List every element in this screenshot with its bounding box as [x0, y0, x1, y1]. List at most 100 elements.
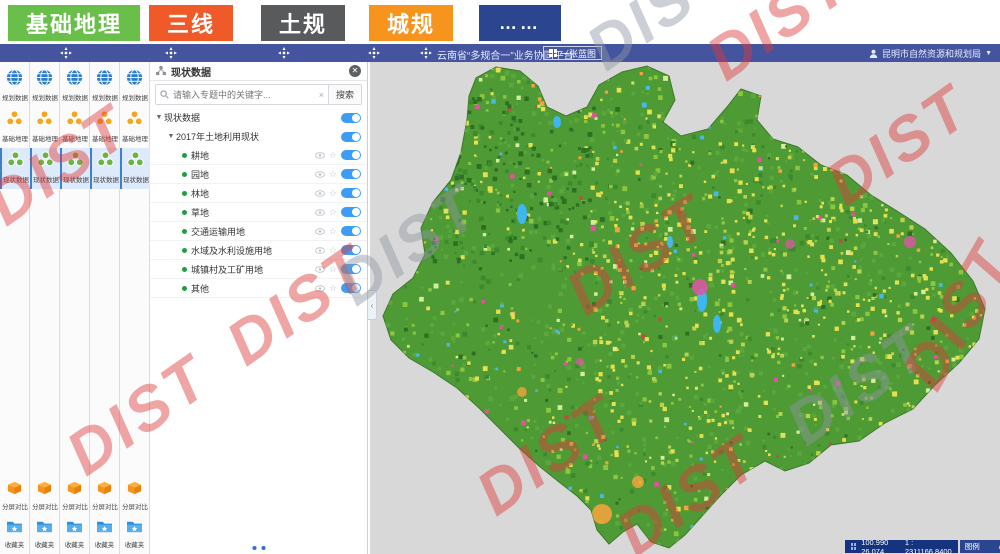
- layer-visibility-toggle[interactable]: [341, 150, 361, 160]
- sidebar-item-split-compare[interactable]: 分屏对比: [60, 477, 90, 516]
- sidebar-item-split-compare[interactable]: 分屏对比: [120, 477, 150, 516]
- tree-group-row[interactable]: ▼2017年土地利用现状: [150, 127, 367, 146]
- eye-icon[interactable]: [315, 190, 325, 197]
- one-blueprint-label: 一张蓝图: [560, 47, 596, 60]
- sidebar-item-globe[interactable]: 规划数据: [0, 66, 30, 107]
- compass-icon[interactable]: [60, 47, 72, 59]
- sidebar-column-4: 规划数据基础地理现状数据分屏对比收藏夹: [90, 62, 120, 554]
- one-blueprint-button[interactable]: 一张蓝图: [543, 46, 602, 60]
- caret-down-icon[interactable]: ▼: [166, 133, 176, 140]
- tree-group-row[interactable]: ▼现状数据: [150, 108, 367, 127]
- layer-row[interactable]: 交通运输用地☆: [150, 222, 367, 241]
- star-icon[interactable]: ☆: [329, 226, 337, 237]
- sidebar-item-green-cluster[interactable]: 现状数据: [120, 148, 150, 189]
- layer-visibility-toggle[interactable]: [341, 226, 361, 236]
- globe-icon: [66, 69, 83, 91]
- layer-visibility-toggle[interactable]: [341, 188, 361, 198]
- compass-icon[interactable]: [420, 47, 432, 59]
- tab-urban-planning[interactable]: 城规: [369, 5, 453, 41]
- star-icon[interactable]: ☆: [329, 150, 337, 161]
- layer-visibility-toggle[interactable]: [341, 169, 361, 179]
- legend-toggle[interactable]: 图例 ∧: [960, 540, 1000, 553]
- sidebar-item-favorites-folder[interactable]: 收藏夹: [0, 516, 30, 554]
- tab-basic-geography[interactable]: 基础地理: [8, 5, 140, 41]
- sidebar-item-split-compare[interactable]: 分屏对比: [0, 477, 30, 516]
- star-icon[interactable]: ☆: [329, 264, 337, 275]
- layer-row[interactable]: 水域及水利设施用地☆: [150, 241, 367, 260]
- layer-row[interactable]: 城镇村及工矿用地☆: [150, 260, 367, 279]
- sidebar-item-green-cluster[interactable]: 现状数据: [90, 148, 120, 189]
- sidebar-item-favorites-folder[interactable]: 收藏夹: [120, 516, 150, 554]
- sidebar-item-label: 现状数据: [93, 175, 119, 184]
- sidebar-item-favorites-folder[interactable]: 收藏夹: [90, 516, 120, 554]
- favorites-folder-icon: [126, 519, 143, 538]
- layer-row[interactable]: 耕地☆: [150, 146, 367, 165]
- eye-icon[interactable]: [315, 247, 325, 254]
- sidebar-item-label: 收藏夹: [5, 540, 24, 549]
- layer-label: 园地: [191, 168, 315, 181]
- search-button[interactable]: 搜索: [328, 85, 361, 104]
- layer-bullet-icon: [182, 248, 187, 253]
- sidebar-item-orange-cluster[interactable]: 基础地理: [60, 107, 90, 148]
- caret-down-icon[interactable]: ▼: [154, 114, 164, 121]
- clear-search-icon[interactable]: ×: [315, 90, 328, 100]
- star-icon[interactable]: ☆: [329, 188, 337, 199]
- sidebar-item-split-compare[interactable]: 分屏对比: [90, 477, 120, 516]
- star-icon[interactable]: ☆: [329, 207, 337, 218]
- layer-row[interactable]: 园地 ☆: [150, 165, 367, 184]
- layer-bullet-icon: [182, 210, 187, 215]
- map-canvas[interactable]: 昆明市 ▼ 底: [370, 62, 1000, 554]
- eye-icon[interactable]: [315, 285, 325, 292]
- tab-three-lines[interactable]: 三线: [149, 5, 233, 41]
- panel-collapse-handle[interactable]: ‹: [368, 290, 377, 320]
- sidebar-item-green-cluster[interactable]: 现状数据: [0, 148, 30, 189]
- layer-visibility-toggle[interactable]: [341, 283, 361, 293]
- eye-icon[interactable]: [315, 171, 325, 178]
- sidebar-item-favorites-folder[interactable]: 收藏夹: [60, 516, 90, 554]
- tab-more[interactable]: ……: [479, 5, 561, 41]
- compass-icon[interactable]: [165, 47, 177, 59]
- search-input[interactable]: [169, 90, 315, 100]
- green-cluster-icon: [67, 151, 84, 173]
- star-icon[interactable]: ☆: [329, 245, 337, 256]
- layer-visibility-toggle[interactable]: [341, 207, 361, 217]
- star-icon[interactable]: ☆: [329, 169, 337, 180]
- compass-icon[interactable]: [278, 47, 290, 59]
- sidebar-item-globe[interactable]: 规划数据: [120, 66, 150, 107]
- tab-land-planning[interactable]: 土规: [261, 5, 345, 41]
- sidebar-item-globe[interactable]: 规划数据: [30, 66, 60, 107]
- sidebar-item-orange-cluster[interactable]: 基础地理: [30, 107, 60, 148]
- sidebar-item-label: 基础地理: [122, 134, 148, 143]
- group-visibility-toggle[interactable]: [341, 113, 361, 123]
- user-menu[interactable]: 昆明市自然资源和规划局 ▼: [869, 46, 992, 60]
- sidebar-item-orange-cluster[interactable]: 基础地理: [0, 107, 30, 148]
- layer-row[interactable]: 林地☆: [150, 184, 367, 203]
- eye-icon[interactable]: [315, 266, 325, 273]
- sidebar-item-green-cluster[interactable]: 现状数据: [30, 148, 60, 189]
- close-icon[interactable]: ✕: [349, 65, 361, 77]
- sidebar-item-globe[interactable]: 规划数据: [90, 66, 120, 107]
- layer-label: 其他: [191, 282, 315, 295]
- pagination-dots[interactable]: [252, 546, 265, 550]
- layer-visibility-toggle[interactable]: [341, 245, 361, 255]
- layer-row[interactable]: 其他 ☆: [150, 279, 367, 298]
- layer-row[interactable]: 草地☆: [150, 203, 367, 222]
- eye-icon[interactable]: [315, 152, 325, 159]
- sidebar-item-orange-cluster[interactable]: 基础地理: [120, 107, 150, 148]
- layer-visibility-toggle[interactable]: [341, 264, 361, 274]
- group-visibility-toggle[interactable]: [341, 132, 361, 142]
- sidebar-item-globe[interactable]: 规划数据: [60, 66, 90, 107]
- compass-icon[interactable]: [368, 47, 380, 59]
- crosshair-grid-icon: [851, 543, 856, 550]
- sidebar-item-orange-cluster[interactable]: 基础地理: [90, 107, 120, 148]
- top-tab-strip: 基础地理 三线 土规 城规 ……: [0, 0, 1000, 42]
- sidebar-item-green-cluster[interactable]: 现状数据: [60, 148, 90, 189]
- green-cluster-icon: [7, 151, 24, 173]
- eye-icon[interactable]: [315, 228, 325, 235]
- star-icon[interactable]: ☆: [329, 283, 337, 294]
- sidebar-item-label: 分屏对比: [122, 502, 148, 511]
- sidebar-item-favorites-folder[interactable]: 收藏夹: [30, 516, 60, 554]
- sidebar-item-label: 规划数据: [92, 93, 118, 102]
- sidebar-item-split-compare[interactable]: 分屏对比: [30, 477, 60, 516]
- eye-icon[interactable]: [315, 209, 325, 216]
